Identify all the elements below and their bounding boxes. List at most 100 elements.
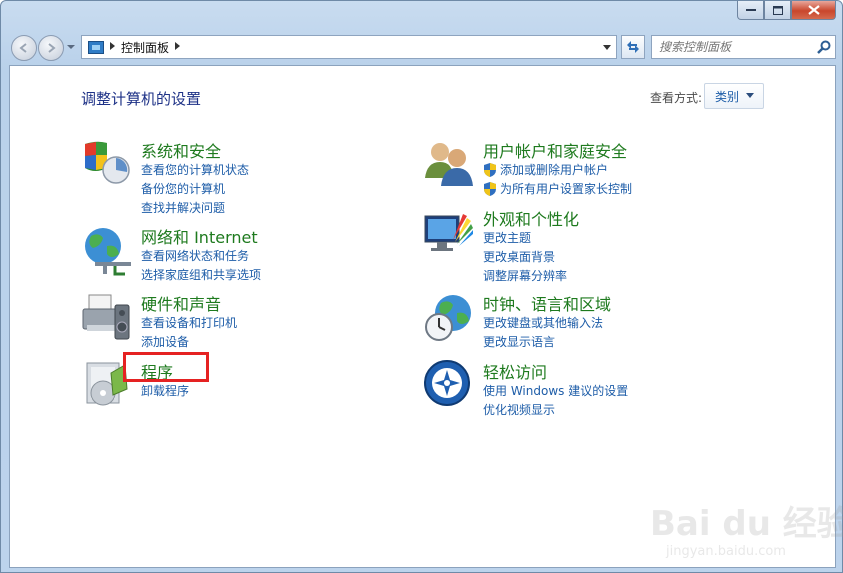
minimize-button[interactable] (737, 1, 764, 20)
link-keyboard-input[interactable]: 更改键盘或其他输入法 (483, 313, 603, 332)
forward-arrow-icon (48, 43, 56, 53)
category-appearance: 外观和个性化 更改主题 更改桌面背景 调整屏幕分辨率 (423, 206, 803, 283)
link-label: 为所有用户设置家长控制 (500, 182, 633, 196)
close-button[interactable] (791, 1, 836, 20)
category-title[interactable]: 外观和个性化 (483, 206, 579, 230)
view-by-dropdown[interactable]: 类别 (704, 83, 764, 109)
category-links: 使用 Windows 建议的设置 优化视频显示 (483, 381, 628, 419)
search-input[interactable] (652, 37, 813, 57)
hardware-sound-icon[interactable] (81, 291, 133, 343)
chevron-down-icon (603, 44, 611, 50)
link-homegroup[interactable]: 选择家庭组和共享选项 (141, 265, 261, 284)
back-arrow-icon (19, 43, 27, 53)
category-title[interactable]: 系统和安全 (141, 138, 221, 162)
watermark-url: jingyan.baidu.com (666, 544, 786, 559)
link-screen-resolution[interactable]: 调整屏幕分辨率 (483, 266, 567, 285)
link-label: 添加设备 (141, 335, 190, 349)
breadcrumb-arrow-icon[interactable] (110, 42, 115, 52)
link-label: 使用 Windows 建议的设置 (483, 384, 629, 398)
close-icon (807, 5, 820, 15)
chevron-down-icon (746, 91, 755, 101)
category-system-security: 系统和安全 查看您的计算机状态 备份您的计算机 查找并解决问题 (81, 138, 381, 215)
forward-button[interactable] (38, 35, 64, 61)
category-links: 查看网络状态和任务 选择家庭组和共享选项 (141, 246, 261, 284)
link-label: 更改主题 (483, 231, 532, 245)
ease-of-access-icon[interactable] (423, 359, 475, 411)
category-title[interactable]: 时钟、语言和区域 (483, 291, 611, 315)
search-box (651, 35, 836, 59)
category-user-accounts: 用户帐户和家庭安全 添加或删除用户帐户 为所有用户设置家长控制 (423, 138, 803, 198)
back-button[interactable] (11, 35, 37, 61)
minimize-icon (745, 9, 756, 11)
link-label: 查看设备和打印机 (141, 316, 238, 330)
category-links: 更改主题 更改桌面背景 调整屏幕分辨率 (483, 228, 567, 285)
link-devices-printers[interactable]: 查看设备和打印机 (141, 313, 237, 332)
link-desktop-background[interactable]: 更改桌面背景 (483, 247, 567, 266)
caption-buttons (737, 1, 836, 20)
system-security-icon[interactable] (81, 138, 133, 190)
control-panel-window: 控制面板 调整计算机的设置 查看方式: 类别 (0, 0, 843, 573)
link-backup[interactable]: 备份您的计算机 (141, 179, 249, 198)
clock-language-icon[interactable] (423, 291, 475, 343)
refresh-icon (627, 41, 639, 53)
link-add-device[interactable]: 添加设备 (141, 332, 237, 351)
link-network-status[interactable]: 查看网络状态和任务 (141, 246, 261, 265)
content-area: 调整计算机的设置 查看方式: 类别 系统和安全 查看您的计算机状态 备份您的计算 (9, 65, 843, 568)
category-title[interactable]: 网络和 Internet (141, 224, 258, 248)
link-label: 添加或删除用户帐户 (500, 163, 609, 177)
address-dropdown[interactable] (598, 36, 616, 58)
link-uninstall[interactable]: 卸载程序 (141, 381, 189, 400)
link-display-language[interactable]: 更改显示语言 (483, 332, 603, 351)
link-label: 调整屏幕分辨率 (483, 269, 568, 283)
refresh-button[interactable] (621, 35, 645, 59)
link-add-remove-users[interactable]: 添加或删除用户帐户 (483, 160, 632, 179)
breadcrumb-control-panel[interactable]: 控制面板 (121, 39, 169, 56)
category-network-internet: 网络和 Internet 查看网络状态和任务 选择家庭组和共享选项 (81, 224, 381, 284)
link-label: 优化视频显示 (483, 403, 556, 417)
category-title[interactable]: 用户帐户和家庭安全 (483, 138, 627, 162)
maximize-icon (772, 5, 783, 15)
view-by-label: 查看方式: (650, 91, 703, 105)
view-by-value: 类别 (715, 89, 740, 104)
recent-pages-dropdown[interactable] (67, 43, 75, 52)
link-label: 选择家庭组和共享选项 (141, 268, 262, 282)
user-accounts-icon[interactable] (423, 138, 475, 190)
page-title: 调整计算机的设置 (81, 90, 202, 108)
link-label: 更改显示语言 (483, 335, 556, 349)
link-label: 查找并解决问题 (141, 201, 226, 215)
category-clock-language: 时钟、语言和区域 更改键盘或其他输入法 更改显示语言 (423, 291, 803, 351)
category-links: 更改键盘或其他输入法 更改显示语言 (483, 313, 603, 351)
link-windows-recommended[interactable]: 使用 Windows 建议的设置 (483, 381, 628, 400)
maximize-button[interactable] (764, 1, 791, 20)
control-panel-icon (88, 40, 104, 54)
link-parental-controls[interactable]: 为所有用户设置家长控制 (483, 179, 632, 198)
link-troubleshoot[interactable]: 查找并解决问题 (141, 198, 249, 217)
link-label: 查看您的计算机状态 (141, 163, 250, 177)
category-links: 添加或删除用户帐户 为所有用户设置家长控制 (483, 160, 632, 198)
network-internet-icon[interactable] (81, 224, 133, 276)
watermark-brand: Bai du 经验 (650, 504, 843, 544)
shield-icon (484, 181, 496, 196)
category-title[interactable]: 轻松访问 (483, 359, 547, 383)
search-icon[interactable] (813, 36, 835, 58)
link-change-theme[interactable]: 更改主题 (483, 228, 567, 247)
navigation-bar: 控制面板 (9, 32, 836, 62)
link-label: 备份您的计算机 (141, 182, 226, 196)
link-view-status[interactable]: 查看您的计算机状态 (141, 160, 249, 179)
link-optimize-display[interactable]: 优化视频显示 (483, 400, 628, 419)
breadcrumb-arrow-icon[interactable] (175, 42, 181, 52)
category-links: 卸载程序 (141, 381, 189, 400)
shield-icon (484, 162, 496, 177)
link-label: 卸载程序 (141, 384, 190, 398)
category-hardware-sound: 硬件和声音 查看设备和打印机 添加设备 (81, 291, 381, 351)
category-title[interactable]: 硬件和声音 (141, 291, 221, 315)
link-label: 更改桌面背景 (483, 250, 556, 264)
appearance-icon[interactable] (423, 206, 475, 258)
link-label: 更改键盘或其他输入法 (483, 316, 604, 330)
link-label: 查看网络状态和任务 (141, 249, 250, 263)
chevron-down-icon (67, 45, 75, 49)
category-links: 查看您的计算机状态 备份您的计算机 查找并解决问题 (141, 160, 249, 217)
category-ease-of-access: 轻松访问 使用 Windows 建议的设置 优化视频显示 (423, 359, 803, 419)
address-bar[interactable]: 控制面板 (81, 35, 617, 59)
category-links: 查看设备和打印机 添加设备 (141, 313, 237, 351)
